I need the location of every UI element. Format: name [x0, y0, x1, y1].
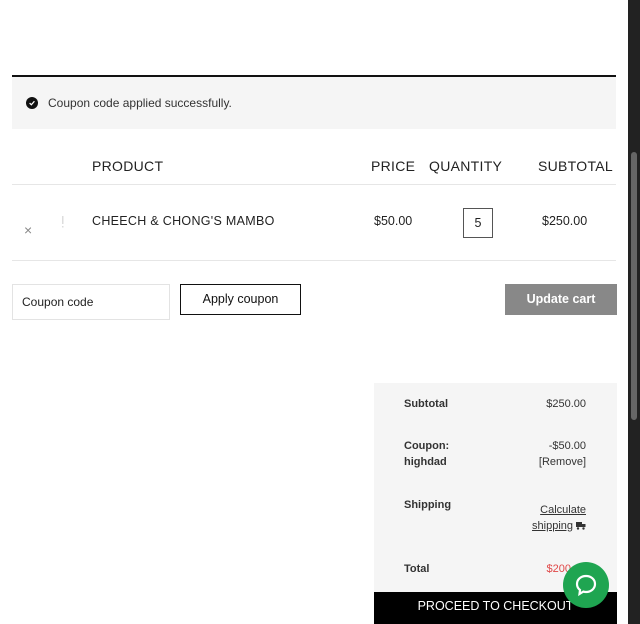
- coupon-code-input[interactable]: Coupon code: [12, 284, 170, 320]
- calculate-shipping-line1: Calculate: [540, 504, 586, 516]
- coupon-discount: -$50.00: [548, 440, 586, 452]
- subtotal-value: $250.00: [546, 398, 586, 410]
- product-thumbnail-icon[interactable]: [60, 215, 66, 229]
- notice-message: Coupon code applied successfully.: [48, 96, 232, 110]
- success-notice: Coupon code applied successfully.: [12, 75, 616, 129]
- product-subtotal: $250.00: [542, 214, 588, 228]
- subtotal-label: Subtotal: [404, 398, 448, 410]
- truck-icon: [576, 522, 586, 530]
- shipping-value: Calculate shipping: [532, 502, 586, 534]
- total-label: Total: [404, 563, 430, 575]
- calculate-shipping-line2: shipping: [532, 520, 573, 532]
- coupon-label-title: Coupon:: [404, 440, 450, 452]
- chat-widget-button[interactable]: [563, 562, 609, 608]
- header-quantity: QUANTITY: [429, 158, 503, 174]
- coupon-remove-link[interactable]: [Remove]: [539, 456, 586, 468]
- shipping-label: Shipping: [404, 499, 452, 511]
- cart-table-header: PRODUCT PRICE QUANTITY SUBTOTAL: [12, 150, 616, 185]
- product-name-link[interactable]: CHEECH & CHONG'S MAMBO: [92, 214, 275, 228]
- coupon-label-code: highdad: [404, 456, 447, 468]
- update-cart-button[interactable]: Update cart: [505, 284, 617, 315]
- coupon-label: Coupon: highdad: [404, 438, 449, 470]
- cart-page: Coupon code applied successfully. PRODUC…: [0, 0, 628, 624]
- header-subtotal: SUBTOTAL: [538, 158, 614, 174]
- header-product: PRODUCT: [92, 158, 164, 174]
- product-price: $50.00: [374, 214, 413, 228]
- check-circle-icon: [26, 97, 38, 109]
- table-row: × CHEECH & CHONG'S MAMBO $50.00 5 $250.0…: [12, 185, 616, 261]
- scrollbar-thumb[interactable]: [631, 152, 637, 420]
- coupon-value: -$50.00 [Remove]: [539, 438, 586, 470]
- quantity-input[interactable]: 5: [463, 208, 493, 238]
- remove-item-icon[interactable]: ×: [24, 222, 32, 238]
- chat-icon: [575, 574, 597, 597]
- apply-coupon-button[interactable]: Apply coupon: [180, 284, 301, 315]
- page-scrollbar[interactable]: [628, 0, 640, 624]
- header-price: PRICE: [371, 158, 416, 174]
